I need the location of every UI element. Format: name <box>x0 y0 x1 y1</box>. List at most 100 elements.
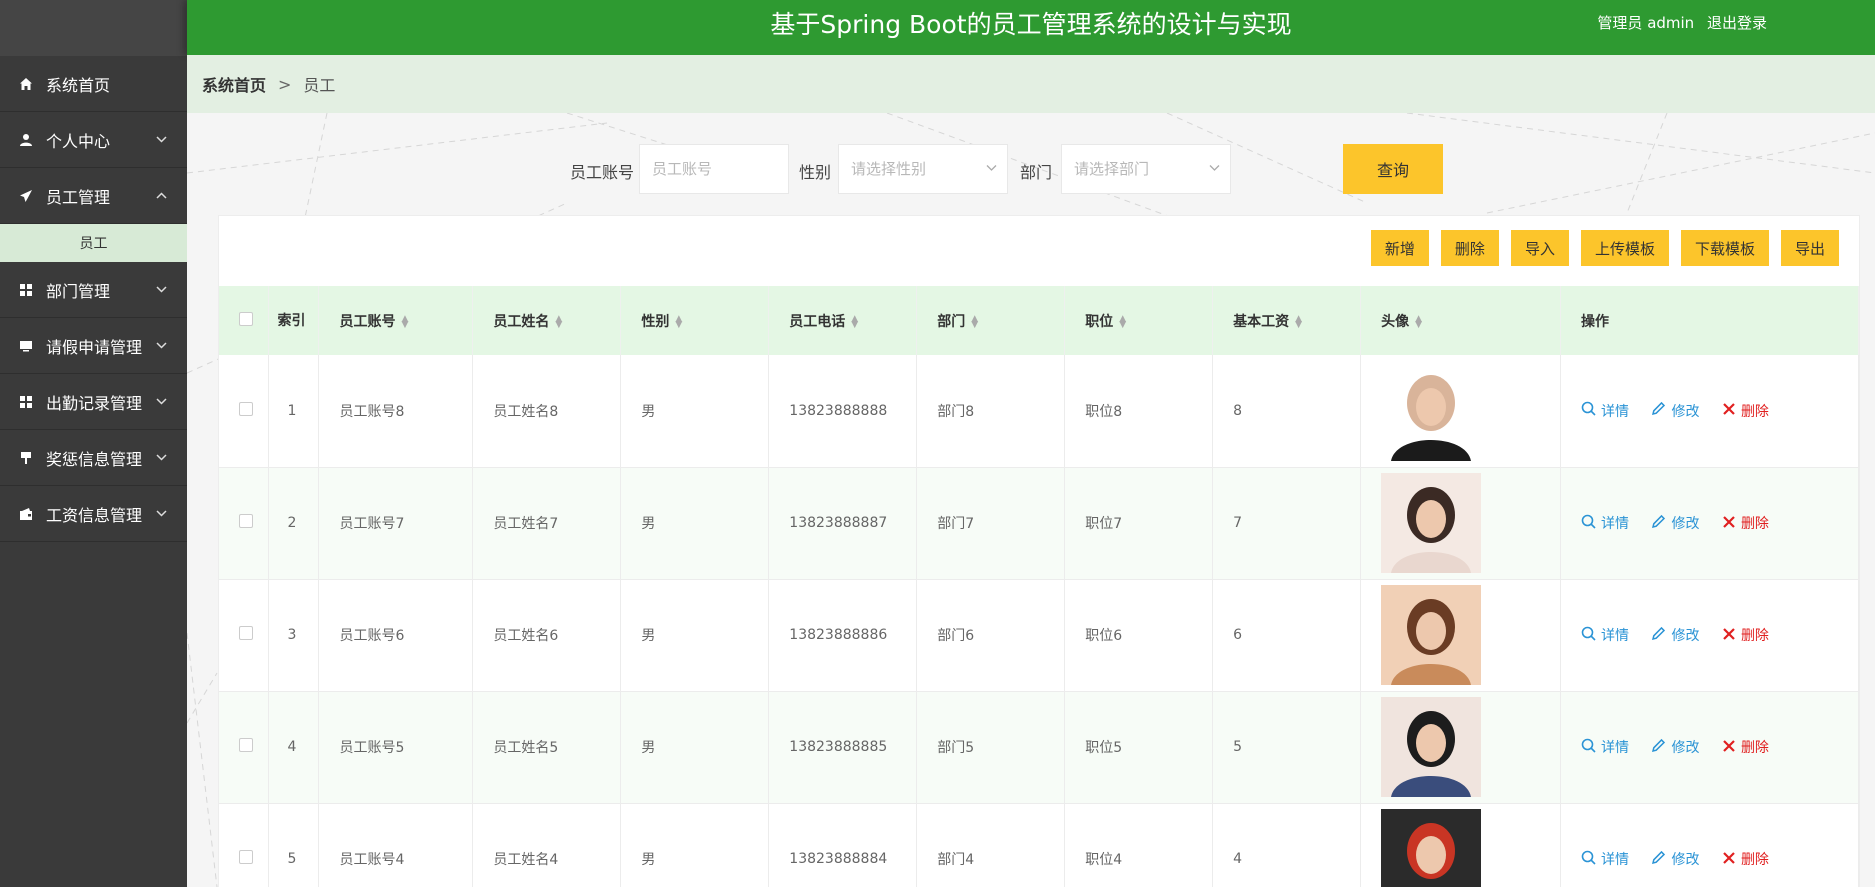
cell-phone: 13823888888 <box>768 355 918 468</box>
col-position[interactable]: 职位 ▲ ▼ <box>1064 286 1214 355</box>
edit-button[interactable]: 修改 <box>1651 513 1699 533</box>
delete-row-button[interactable]: 删除 <box>1722 401 1769 421</box>
row-select-cell[interactable] <box>219 579 270 692</box>
breadcrumb-home[interactable]: 系统首页 <box>202 72 266 96</box>
row-select-cell[interactable] <box>219 691 270 804</box>
detail-button[interactable]: 详情 <box>1581 513 1629 533</box>
sort-icon[interactable]: ▲ ▼ <box>1415 314 1422 329</box>
edit-label: 修改 <box>1671 403 1700 420</box>
sidebar-item-salary-mgmt[interactable]: 工资信息管理 <box>0 486 187 542</box>
col-salary[interactable]: 基本工资 ▲ ▼ <box>1212 286 1362 355</box>
sort-icon[interactable]: ▲ ▼ <box>675 314 682 329</box>
gender-select[interactable]: 请选择性别 <box>838 144 1008 194</box>
col-name[interactable]: 员工姓名 ▲ ▼ <box>472 286 622 355</box>
sort-icon[interactable]: ▲ ▼ <box>851 314 858 329</box>
row-select-cell[interactable] <box>219 467 270 580</box>
close-icon <box>1722 514 1736 533</box>
edit-button[interactable]: 修改 <box>1651 737 1699 757</box>
cell-gender: 男 <box>620 579 770 692</box>
cell-avatar <box>1360 691 1562 804</box>
edit-button[interactable]: 修改 <box>1651 401 1699 421</box>
col-gender-label: 性别 <box>641 313 670 330</box>
download-template-button[interactable]: 下载模板 <box>1680 230 1769 266</box>
delete-row-button[interactable]: 删除 <box>1722 849 1769 869</box>
table-row: 4 员工账号5 员工姓名5 男 13823888885 部门5 职位5 5 详情 <box>219 691 1859 804</box>
sidebar-item-attendance-mgmt[interactable]: 出勤记录管理 <box>0 374 187 430</box>
admin-user-label: 管理员 admin <box>1597 14 1695 32</box>
row-checkbox[interactable] <box>239 401 253 416</box>
detail-button[interactable]: 详情 <box>1581 401 1629 421</box>
row-checkbox[interactable] <box>239 514 253 528</box>
row-checkbox[interactable] <box>239 738 253 752</box>
dept-select[interactable]: 请选择部门 <box>1061 144 1231 194</box>
avatar-image[interactable] <box>1381 809 1482 887</box>
col-avatar-label: 头像 <box>1381 313 1410 330</box>
sidebar-subitem-employee[interactable]: 员工 <box>0 224 187 262</box>
sort-icon[interactable]: ▲ ▼ <box>971 314 978 329</box>
sidebar-item-label: 出勤记录管理 <box>46 393 143 413</box>
sidebar-item-personal-center[interactable]: 个人中心 <box>0 112 187 168</box>
delete-row-button[interactable]: 删除 <box>1722 625 1769 645</box>
chevron-down-icon <box>156 395 167 408</box>
sidebar-item-dept-mgmt[interactable]: 部门管理 <box>0 262 187 318</box>
select-all-checkbox[interactable] <box>239 311 253 326</box>
row-checkbox[interactable] <box>239 626 253 640</box>
cell-phone: 13823888885 <box>768 691 918 804</box>
dept-search-label: 部门 <box>1020 163 1053 182</box>
detail-button[interactable]: 详情 <box>1581 737 1629 757</box>
delete-row-button[interactable]: 删除 <box>1722 737 1769 757</box>
cell-operations: 详情 修改 删除 <box>1560 467 1859 580</box>
sidebar-item-home[interactable]: 系统首页 <box>0 56 187 112</box>
batch-delete-button[interactable]: 删除 <box>1440 230 1499 266</box>
sort-icon[interactable]: ▲ ▼ <box>1295 314 1302 329</box>
col-gender[interactable]: 性别 ▲ ▼ <box>620 286 770 355</box>
edit-label: 修改 <box>1671 852 1700 868</box>
col-account[interactable]: 员工账号 ▲ ▼ <box>318 286 474 355</box>
close-icon <box>1722 850 1736 869</box>
edit-button[interactable]: 修改 <box>1651 849 1699 869</box>
sort-icon[interactable]: ▲ ▼ <box>1119 314 1126 329</box>
avatar-image[interactable] <box>1381 585 1482 685</box>
detail-button[interactable]: 详情 <box>1581 625 1629 645</box>
sort-icon[interactable]: ▲ ▼ <box>555 314 562 329</box>
header-user-area: 管理员 admin 退出登录 <box>1597 12 1767 33</box>
table-row: 1 员工账号8 员工姓名8 男 13823888888 部门8 职位8 8 详情 <box>219 355 1859 468</box>
add-button[interactable]: 新增 <box>1370 230 1429 266</box>
row-checkbox[interactable] <box>239 850 253 864</box>
avatar-image[interactable] <box>1381 360 1482 461</box>
sidebar-item-leave-mgmt[interactable]: 请假申请管理 <box>0 318 187 374</box>
edit-button[interactable]: 修改 <box>1651 625 1699 645</box>
cell-phone: 13823888886 <box>768 579 918 692</box>
detail-button[interactable]: 详情 <box>1581 849 1629 869</box>
delete-row-button[interactable]: 删除 <box>1722 513 1769 533</box>
sidebar-item-reward-mgmt[interactable]: 奖惩信息管理 <box>0 430 187 486</box>
sort-icon[interactable]: ▲ ▼ <box>401 314 408 329</box>
import-button[interactable]: 导入 <box>1510 230 1569 266</box>
row-select-cell[interactable] <box>219 355 270 468</box>
main-content: 员工账号 性别 请选择性别 部门 请选择部门 查询 新增 删除 导入 上传模板 … <box>187 113 1875 887</box>
upload-template-button[interactable]: 上传模板 <box>1580 230 1669 266</box>
col-phone[interactable]: 员工电话 ▲ ▼ <box>768 286 918 355</box>
row-select-cell[interactable] <box>219 803 270 887</box>
table-header-row: 索引 员工账号 ▲ ▼ 员工姓名 ▲ ▼ 性别 ▲ ▼ 员工电话 ▲ ▼ 部门 ▲ ▼ 职位 ▲ ▼ 基… <box>219 286 1859 355</box>
cell-avatar <box>1360 467 1562 580</box>
col-avatar[interactable]: 头像 ▲ ▼ <box>1360 286 1562 355</box>
account-search-input[interactable] <box>639 144 789 194</box>
chevron-down-icon <box>986 145 997 193</box>
select-all-cell[interactable] <box>219 286 270 355</box>
avatar-image[interactable] <box>1381 473 1482 573</box>
sidebar-item-label: 员工管理 <box>46 187 111 207</box>
chevron-up-icon <box>156 189 167 202</box>
query-button[interactable]: 查询 <box>1343 144 1443 194</box>
employee-table: 索引 员工账号 ▲ ▼ 员工姓名 ▲ ▼ 性别 ▲ ▼ 员工电话 ▲ ▼ 部门 ▲ ▼ 职位 ▲ ▼ 基… <box>219 286 1859 887</box>
sidebar-logo-area <box>0 0 187 56</box>
cell-account: 员工账号5 <box>318 691 474 804</box>
col-dept[interactable]: 部门 ▲ ▼ <box>916 286 1066 355</box>
search-icon <box>1581 738 1596 757</box>
avatar-image[interactable] <box>1381 697 1482 797</box>
sidebar-item-employee-mgmt[interactable]: 员工管理 <box>0 168 187 224</box>
logout-link[interactable]: 退出登录 <box>1707 14 1767 32</box>
cell-name: 员工姓名8 <box>472 355 622 468</box>
export-button[interactable]: 导出 <box>1780 230 1839 266</box>
edit-label: 修改 <box>1671 628 1700 644</box>
